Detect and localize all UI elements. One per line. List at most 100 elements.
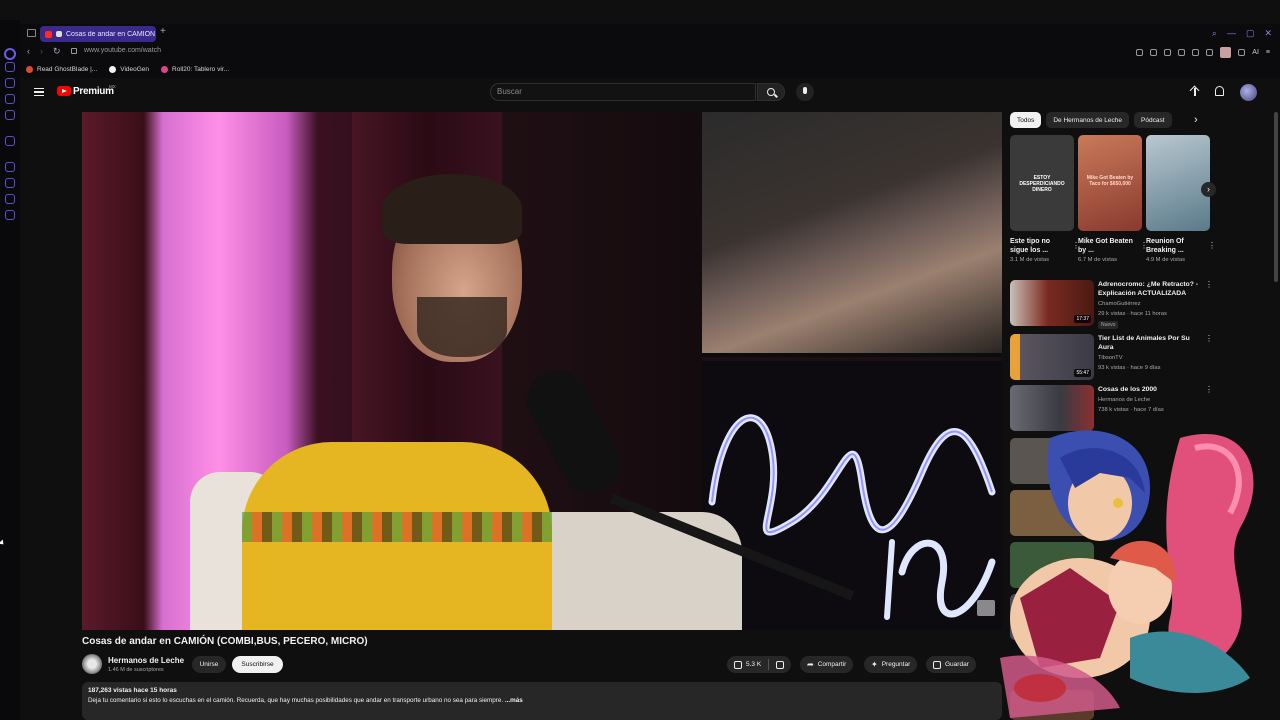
recommendation-stats: 29 k vistas · hace 11 horas	[1098, 311, 1167, 317]
bookmark-item[interactable]: VideoGen	[109, 66, 149, 73]
video-player[interactable]	[82, 112, 1002, 630]
short-card[interactable]: Mike Got Beaten by Taco for $650,000 Mik…	[1078, 135, 1148, 263]
chip-all[interactable]: Todos	[1010, 112, 1042, 128]
recommendation-title[interactable]: Cosas de los 2000	[1098, 385, 1206, 394]
youtube-header: Premium MX	[20, 78, 1280, 108]
like-icon[interactable]	[734, 660, 742, 669]
filter-chips: Todos De Hermanos de Leche Pódcast	[1010, 112, 1210, 128]
short-thumbnail[interactable]	[1146, 135, 1210, 231]
rail-app-icon-4[interactable]	[5, 110, 15, 120]
extension-icon-5[interactable]	[1192, 49, 1200, 56]
show-more-link[interactable]: ...más	[505, 697, 523, 704]
youtube-logo-icon[interactable]	[57, 86, 71, 96]
short-card[interactable]: Reunion Of Breaking ... 4.9 M de vistas …	[1146, 135, 1216, 263]
maximize-button[interactable]: ▢	[1246, 28, 1255, 39]
like-dislike-group: 5.3 K	[727, 656, 792, 673]
description-text: Deja tu comentario si esto lo escuchas e…	[88, 697, 996, 704]
chip-channel[interactable]: De Hermanos de Leche	[1046, 112, 1130, 128]
upload-icon[interactable]	[1190, 86, 1200, 98]
rail-app-icon-2[interactable]	[5, 78, 15, 88]
recommendation-channel[interactable]: ChamoGutiérrez	[1098, 301, 1141, 307]
browser-logo-icon[interactable]	[4, 48, 16, 60]
streamer-overlay-character-graphic	[1000, 430, 1254, 718]
sidebar-scrollbar[interactable]	[1274, 112, 1278, 282]
rail-app-icon-6[interactable]	[5, 162, 15, 172]
video-frame-person-beard	[417, 297, 507, 357]
dislike-icon[interactable]	[776, 660, 785, 669]
video-duration: 17:37	[1074, 315, 1091, 323]
share-button[interactable]: ➦ Compartir	[800, 656, 854, 673]
notifications-bell-icon[interactable]	[1215, 86, 1224, 96]
voice-search-button[interactable]	[796, 83, 814, 101]
forward-button[interactable]: ›	[40, 46, 43, 56]
recommendation-channel[interactable]: TibsonTV	[1098, 355, 1123, 361]
short-thumbnail[interactable]: Mike Got Beaten by Taco for $650,000	[1078, 135, 1142, 231]
chevron-right-icon[interactable]: ›	[1194, 114, 1198, 126]
back-button[interactable]: ‹	[27, 46, 30, 56]
reload-button[interactable]: ↻	[53, 46, 61, 57]
tab-sidebar-icon[interactable]	[27, 29, 36, 37]
join-button[interactable]: Unirse	[192, 656, 226, 673]
brand-label[interactable]: Premium	[73, 86, 114, 97]
extension-icon-3[interactable]	[1164, 49, 1172, 56]
search-icon	[767, 88, 775, 96]
lock-icon[interactable]	[71, 48, 77, 54]
recommendation-channel[interactable]: Hermanos de Leche	[1098, 397, 1150, 403]
channel-avatar[interactable]	[82, 654, 102, 674]
bookmark-item[interactable]: Read GhostBlade |...	[26, 66, 97, 73]
channel-name[interactable]: Hermanos de Leche	[108, 656, 184, 665]
more-vert-icon[interactable]: ⋮	[1205, 385, 1213, 394]
search-input[interactable]	[497, 87, 747, 96]
profile-avatar-icon[interactable]	[1220, 47, 1232, 58]
recommendation-thumbnail[interactable]: 55:47	[1010, 334, 1094, 380]
heart-icon[interactable]	[1206, 49, 1214, 56]
download-icon[interactable]	[1238, 49, 1246, 56]
rail-app-icon-9[interactable]	[5, 210, 15, 220]
short-title[interactable]: Mike Got Beaten by ...	[1078, 237, 1134, 255]
extension-icon-1[interactable]	[1136, 49, 1144, 56]
short-title[interactable]: Este tipo no sigue los ...	[1010, 237, 1066, 255]
bookmarks-bar: Read GhostBlade |... VideoGen Roll20: Ta…	[20, 61, 1280, 78]
guide-menu-icon[interactable]	[34, 88, 44, 96]
subscribe-button[interactable]: Suscribirse	[232, 656, 283, 673]
url-field[interactable]: www.youtube.com/watch	[84, 47, 161, 54]
shorts-next-button[interactable]: ›	[1201, 182, 1216, 197]
extension-icon-2[interactable]	[1150, 49, 1158, 56]
rail-app-icon-5[interactable]	[5, 136, 15, 146]
close-window-button[interactable]: ✕	[1264, 28, 1272, 39]
rail-app-icon-7[interactable]	[5, 178, 15, 188]
recommendation-title[interactable]: Adrenocromo: ¿Me Retracto? - Explicación…	[1098, 280, 1206, 298]
new-tab-button[interactable]: +	[160, 26, 166, 37]
account-avatar[interactable]	[1240, 84, 1257, 101]
rail-app-icon-1[interactable]	[5, 62, 15, 72]
short-thumbnail[interactable]: ESTOY DESPERDICIANDO DINERO	[1010, 135, 1074, 231]
menu-icon[interactable]: ≡	[1266, 49, 1270, 56]
chip-podcast[interactable]: Pódcast	[1134, 112, 1172, 128]
like-count[interactable]: 5.3 K	[746, 661, 761, 668]
short-card[interactable]: ESTOY DESPERDICIANDO DINERO Este tipo no…	[1010, 135, 1080, 263]
ai-button[interactable]: AI	[1252, 49, 1259, 56]
rail-app-icon-3[interactable]	[5, 94, 15, 104]
recommendation-thumbnail[interactable]: 17:37	[1010, 280, 1094, 326]
search-button[interactable]	[757, 83, 785, 101]
minimize-button[interactable]: —	[1227, 28, 1236, 39]
short-title[interactable]: Reunion Of Breaking ...	[1146, 237, 1202, 255]
more-vert-icon[interactable]: ⋮	[1205, 334, 1213, 343]
bookmark-favicon-icon	[161, 66, 169, 73]
recommendation-title[interactable]: Tier List de Animales Por Su Aura	[1098, 334, 1206, 352]
description-box[interactable]: 187,263 vistas hace 15 horas Deja tu com…	[82, 682, 1002, 720]
extension-icon-4[interactable]	[1178, 49, 1186, 56]
more-vert-icon[interactable]: ⋮	[1205, 280, 1213, 289]
bookmark-item[interactable]: Roll20: Tablero vir...	[161, 66, 229, 73]
save-button[interactable]: Guardar	[926, 656, 976, 673]
more-vert-icon[interactable]: ⋮	[1208, 241, 1216, 250]
tab-active[interactable]: Cosas de andar en CAMIÓN	[40, 26, 156, 42]
rail-app-icon-8[interactable]	[5, 194, 15, 204]
search-tabs-icon[interactable]: ⌕	[1212, 28, 1217, 39]
address-bar: ‹ › ↻ www.youtube.com/watch AI ≡	[20, 44, 1280, 61]
recommendation-item[interactable]: 55:47 Tier List de Animales Por Su Aura …	[1010, 334, 1220, 382]
speaker-icon[interactable]	[56, 31, 62, 37]
recommendation-item[interactable]: 17:37 Adrenocromo: ¿Me Retracto? - Expli…	[1010, 280, 1220, 329]
recommendation-stats: 93 k vistas · hace 9 días	[1098, 365, 1161, 371]
ask-button[interactable]: ✦ Preguntar	[864, 656, 918, 673]
